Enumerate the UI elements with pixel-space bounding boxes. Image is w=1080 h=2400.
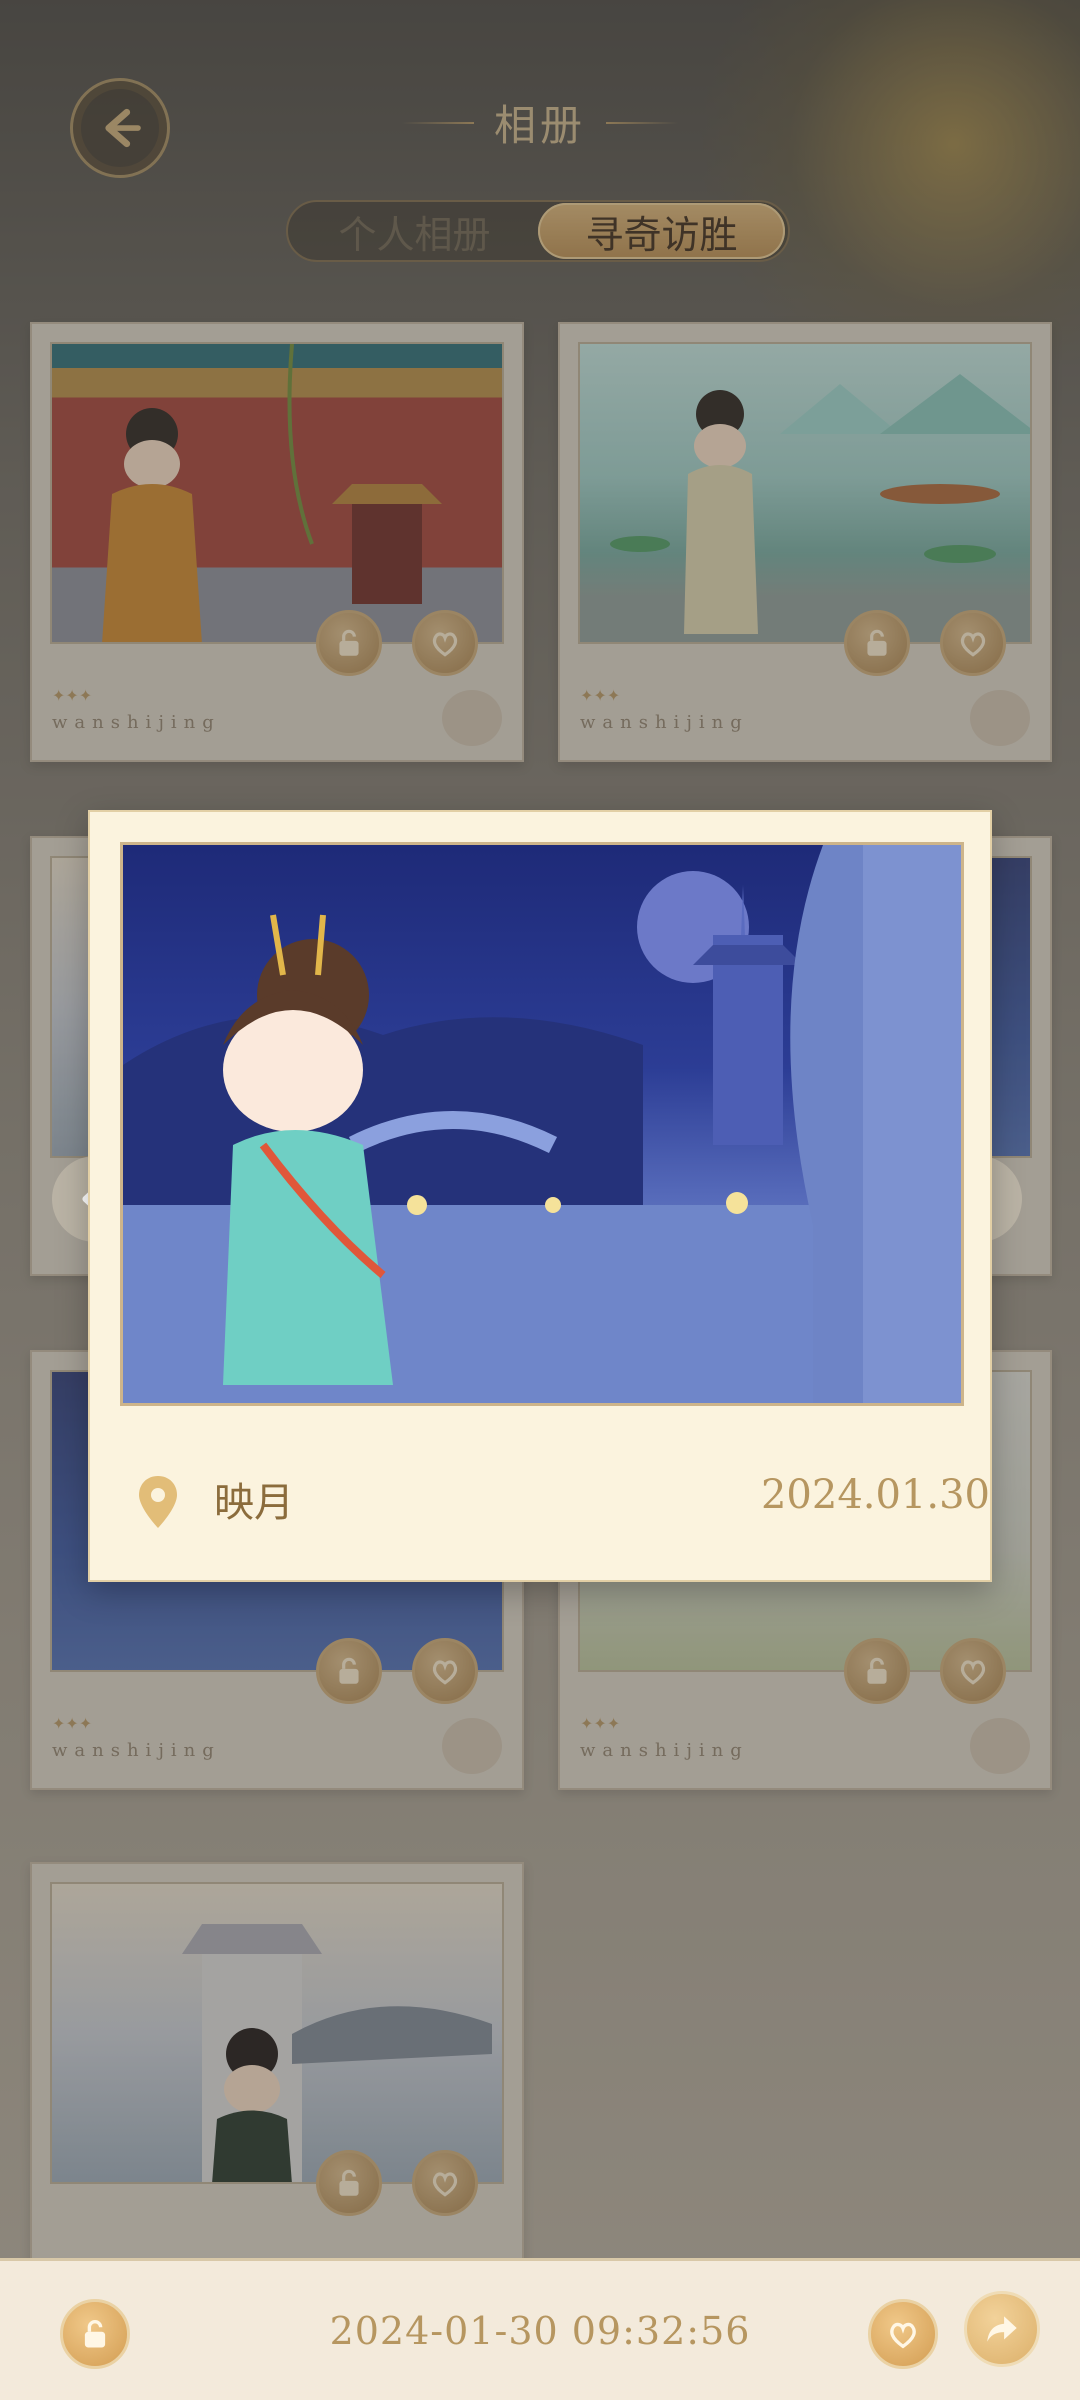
share-icon bbox=[987, 2316, 1017, 2342]
heart-icon bbox=[890, 2322, 916, 2349]
bottom-action-bar: 2024-01-30 09:32:56 bbox=[0, 2258, 1080, 2400]
photo-date: 2024.01.30 bbox=[760, 1472, 990, 1518]
photo-detail-popup: 映月 2024.01.30 bbox=[88, 810, 992, 1582]
location-name: 映月 bbox=[214, 1480, 294, 1526]
moon-night-scene bbox=[123, 845, 961, 1403]
share-button[interactable] bbox=[964, 2291, 1040, 2367]
favorite-button[interactable] bbox=[868, 2299, 938, 2369]
location-pin-icon bbox=[139, 1476, 177, 1528]
detail-photo bbox=[120, 842, 964, 1406]
